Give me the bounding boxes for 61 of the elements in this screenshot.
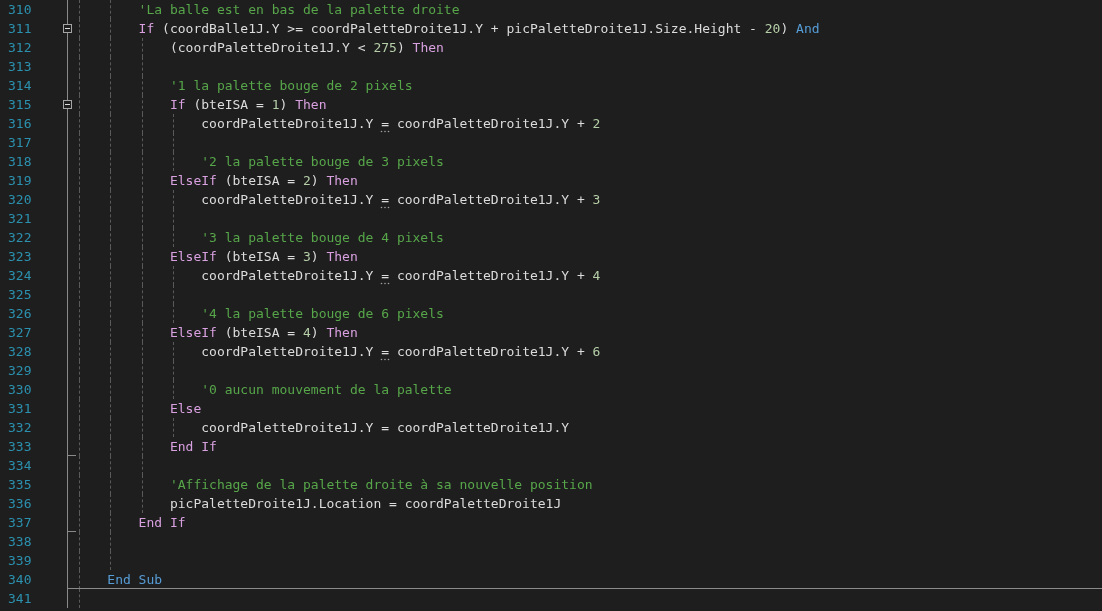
code-line: '1 la palette bouge de 2 pixels — [168, 77, 413, 95]
line-number: 319 — [7, 172, 33, 190]
code-line: ElseIf (bteISA = 4) Then — [168, 324, 358, 342]
code-line: coordPaletteDroite1J.Y = coordPaletteDroite1J.Y + 6 — [200, 343, 601, 361]
line-number: 322 — [7, 229, 33, 247]
suggestion-dots-icon[interactable] — [380, 282, 391, 285]
code-line: coordPaletteDroite1J.Y = coordPaletteDroite1J.Y + 2 — [200, 115, 601, 133]
code-line: coordPaletteDroite1J.Y = coordPaletteDroite1J.Y — [200, 419, 570, 437]
suggestion-dots-icon[interactable] — [380, 206, 391, 209]
line-number: 332 — [7, 419, 33, 437]
code-line: '2 la palette bouge de 3 pixels — [200, 153, 444, 171]
code-line: ElseIf (bteISA = 3) Then — [168, 248, 358, 266]
line-number: 318 — [7, 153, 33, 171]
suggestion-dots-icon[interactable] — [380, 358, 391, 361]
line-number: 336 — [7, 495, 33, 513]
line-number: 317 — [7, 134, 33, 152]
code-line: coordPaletteDroite1J.Y = coordPaletteDroite1J.Y + 4 — [200, 267, 601, 285]
line-number: 341 — [7, 590, 33, 608]
line-number: 320 — [7, 191, 33, 209]
code-line: If (coordBalle1J.Y >= coordPaletteDroite1J.Y + picPaletteDroite1J.Size.Height - 20) And — [137, 20, 820, 38]
line-number: 339 — [7, 552, 33, 570]
code-line: picPaletteDroite1J.Location = coordPaletteDroite1J — [168, 495, 562, 513]
line-number: 337 — [7, 514, 33, 532]
line-number: 327 — [7, 324, 33, 342]
line-number: 328 — [7, 343, 33, 361]
line-number: 314 — [7, 77, 33, 95]
code-line: '3 la palette bouge de 4 pixels — [200, 229, 444, 247]
line-number: 321 — [7, 210, 33, 228]
line-number: 329 — [7, 362, 33, 380]
line-number: 325 — [7, 286, 33, 304]
line-number: 326 — [7, 305, 33, 323]
line-number: 333 — [7, 438, 33, 456]
line-number: 324 — [7, 267, 33, 285]
line-number: 340 — [7, 571, 33, 589]
code-line: Else — [168, 400, 202, 418]
code-line: End If — [168, 438, 217, 456]
line-number: 313 — [7, 58, 33, 76]
code-line: End If — [137, 514, 186, 532]
line-number: 312 — [7, 39, 33, 57]
collapse-icon[interactable] — [63, 24, 72, 33]
code-line: (coordPaletteDroite1J.Y < 275) Then — [168, 39, 444, 57]
line-number: 335 — [7, 476, 33, 494]
code-line: '0 aucun mouvement de la palette — [200, 381, 452, 399]
line-number: 323 — [7, 248, 33, 266]
line-number: 311 — [7, 20, 33, 38]
line-number: 315 — [7, 96, 33, 114]
code-line: coordPaletteDroite1J.Y = coordPaletteDroite1J.Y + 3 — [200, 191, 601, 209]
line-number: 331 — [7, 400, 33, 418]
code-line: 'Affichage de la palette droite à sa nouvelle position — [168, 476, 593, 494]
code-line: If (bteISA = 1) Then — [168, 96, 327, 114]
line-number: 310 — [7, 1, 33, 19]
suggestion-dots-icon[interactable] — [380, 130, 391, 133]
collapse-icon[interactable] — [63, 100, 72, 109]
line-number: 316 — [7, 115, 33, 133]
line-number: 330 — [7, 381, 33, 399]
line-number: 338 — [7, 533, 33, 551]
code-line: End Sub — [106, 571, 163, 589]
code-line: ElseIf (bteISA = 2) Then — [168, 172, 358, 190]
code-line: '4 la palette bouge de 6 pixels — [200, 305, 444, 323]
code-line: 'La balle est en bas de la palette droite — [137, 1, 460, 19]
line-number: 334 — [7, 457, 33, 475]
